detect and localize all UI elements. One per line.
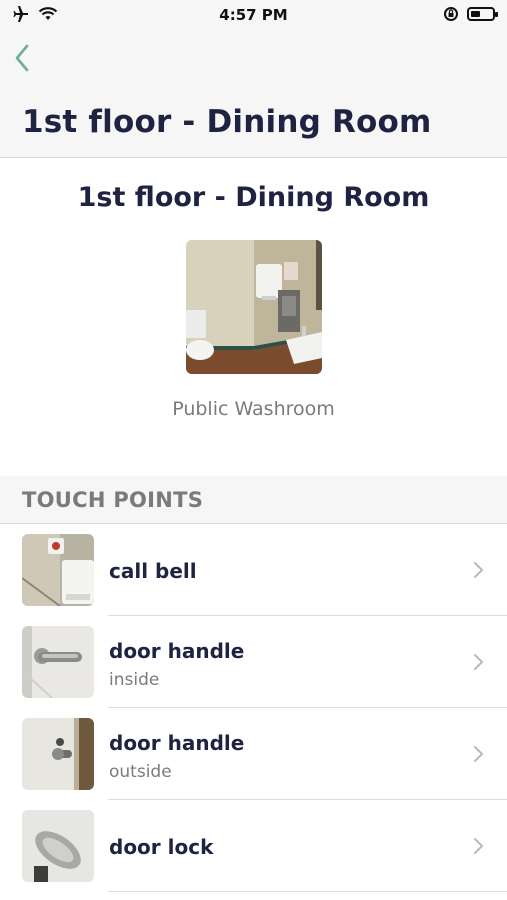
chevron-right-icon	[474, 654, 483, 670]
list-item[interactable]: call bell	[0, 524, 507, 616]
orientation-lock-icon	[444, 7, 458, 21]
list-item[interactable]: door handle inside	[0, 616, 507, 708]
touch-point-subtitle: inside	[109, 670, 160, 690]
chevron-right-icon	[474, 562, 483, 578]
room-type: Public Washroom	[172, 398, 335, 420]
touch-point-thumbnail	[22, 810, 94, 882]
section-title: TOUCH POINTS	[22, 488, 204, 512]
back-button[interactable]	[8, 40, 38, 76]
touch-point-thumbnail	[22, 534, 94, 606]
touch-point-thumbnail	[22, 718, 94, 790]
chevron-left-icon	[15, 44, 29, 72]
page-title: 1st floor - Dining Room	[22, 104, 432, 140]
status-time: 4:57 PM	[219, 6, 288, 24]
touch-point-subtitle: outside	[109, 762, 172, 782]
touch-point-title: door handle	[109, 731, 245, 755]
status-bar: 4:57 PM	[0, 0, 507, 30]
battery-level	[471, 11, 480, 17]
room-header: 1st floor - Dining Room Public Washroom	[0, 158, 507, 476]
room-photo	[186, 240, 322, 374]
touch-point-title: door lock	[109, 835, 214, 859]
section-header: TOUCH POINTS	[0, 476, 507, 524]
touch-points-list: call bell door handle inside door handle…	[0, 524, 507, 892]
touch-point-title: call bell	[109, 559, 197, 583]
battery-icon	[467, 7, 498, 21]
navigation-bar: 1st floor - Dining Room	[0, 30, 507, 158]
list-item[interactable]: door lock	[0, 800, 507, 892]
touch-point-thumbnail	[22, 626, 94, 698]
list-item[interactable]: door handle outside	[0, 708, 507, 800]
status-right	[443, 6, 498, 22]
touch-point-title: door handle	[109, 639, 245, 663]
chevron-right-icon	[474, 838, 483, 854]
chevron-right-icon	[474, 746, 483, 762]
room-title: 1st floor - Dining Room	[77, 182, 430, 213]
